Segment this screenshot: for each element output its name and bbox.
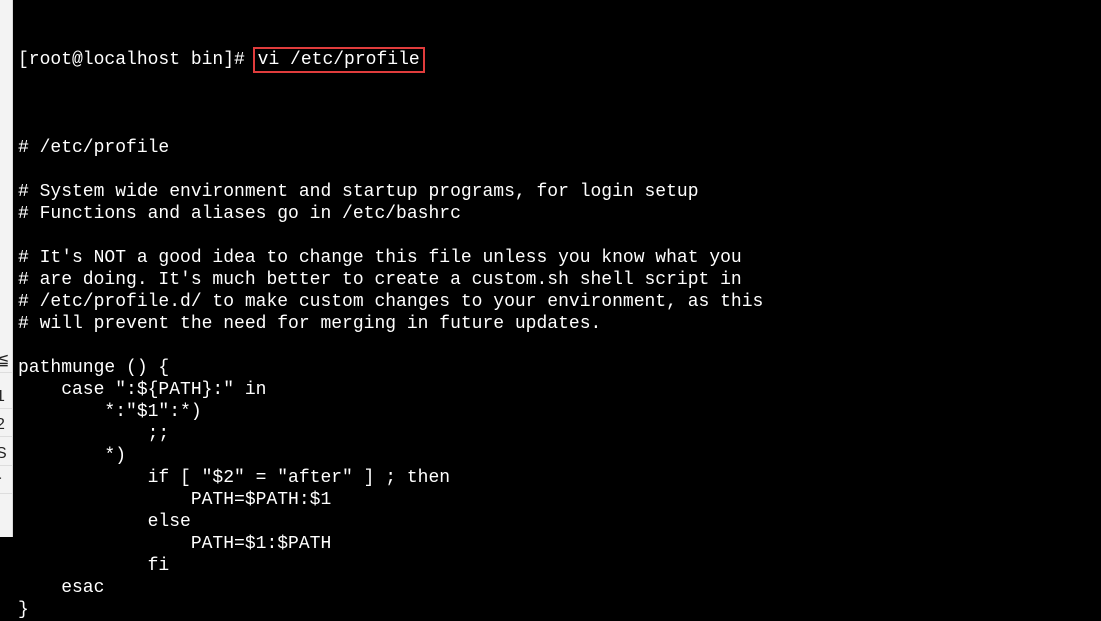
terminal-line: PATH=$1:$PATH: [18, 534, 332, 554]
terminal-line: ;;: [18, 424, 170, 444]
terminal-line: # System wide environment and startup pr…: [18, 182, 699, 202]
terminal-line: # are doing. It's much better to create …: [18, 270, 742, 290]
terminal-line: *:"$1":*): [18, 402, 202, 422]
terminal-line: esac: [18, 578, 105, 598]
strip-glyph: r: [0, 471, 12, 494]
strip-glyph: 1: [0, 386, 12, 409]
prompt-line: [root@localhost bin]# vi /etc/profile: [18, 47, 763, 73]
terminal-line: fi: [18, 556, 170, 576]
terminal-line: # /etc/profile.d/ to make custom changes…: [18, 292, 764, 312]
terminal-line: else: [18, 512, 191, 532]
terminal-line: # will prevent the need for merging in f…: [18, 314, 602, 334]
terminal-line: case ":${PATH}:" in: [18, 380, 267, 400]
terminal-line: if [ "$2" = "after" ] ; then: [18, 468, 451, 488]
terminal-line: pathmunge () {: [18, 358, 170, 378]
terminal-line: *): [18, 446, 127, 466]
strip-glyph: ≦: [0, 350, 12, 373]
terminal-output: [root@localhost bin]# vi /etc/profile # …: [18, 5, 763, 621]
shell-prompt: [root@localhost bin]#: [18, 50, 256, 70]
terminal-window[interactable]: [root@localhost bin]# vi /etc/profile # …: [13, 0, 1101, 620]
terminal-line: }: [18, 600, 29, 620]
strip-glyph: S: [0, 443, 12, 466]
terminal-line: # /etc/profile: [18, 138, 170, 158]
strip-glyph: 2: [0, 414, 12, 437]
left-panel-strip: ≦ 1 2 S r: [0, 0, 13, 537]
terminal-line: # It's NOT a good idea to change this fi…: [18, 248, 742, 268]
highlighted-command: vi /etc/profile: [252, 47, 425, 73]
terminal-line: PATH=$PATH:$1: [18, 490, 332, 510]
terminal-line: # Functions and aliases go in /etc/bashr…: [18, 204, 461, 224]
